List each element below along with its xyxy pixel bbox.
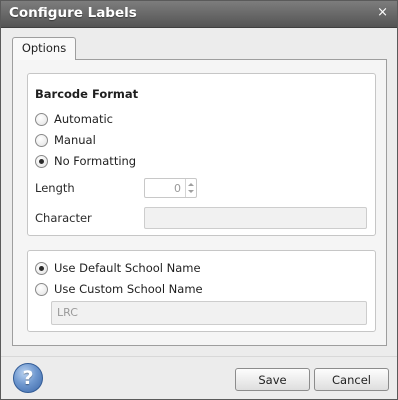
character-label: Character (35, 211, 92, 225)
spinner-down-icon[interactable] (188, 190, 194, 193)
barcode-format-heading: Barcode Format (35, 87, 139, 101)
radio-automatic[interactable]: Automatic (35, 111, 113, 127)
radio-manual-button[interactable] (35, 133, 48, 147)
radio-no-formatting[interactable]: No Formatting (35, 153, 136, 169)
radio-manual-label: Manual (54, 133, 96, 147)
radio-default-school-name-label: Use Default School Name (54, 261, 201, 275)
cancel-button[interactable]: Cancel (314, 368, 389, 391)
length-value: 0 (174, 182, 181, 195)
configure-labels-dialog: Configure Labels × Options Barcode Forma… (0, 0, 398, 400)
radio-no-formatting-label: No Formatting (54, 154, 137, 168)
length-stepper-buttons (185, 179, 196, 197)
radio-manual[interactable]: Manual (35, 132, 96, 148)
title-bar[interactable]: Configure Labels × (1, 1, 397, 28)
character-field[interactable] (144, 207, 367, 229)
radio-automatic-label: Automatic (54, 112, 113, 126)
length-stepper[interactable]: 0 (144, 178, 197, 198)
radio-custom-school-name-label: Use Custom School Name (54, 282, 203, 296)
barcode-format-group: Barcode Format Automatic Manual No Forma… (27, 73, 376, 236)
radio-default-school-name-button[interactable] (35, 261, 48, 275)
save-button[interactable]: Save (235, 368, 310, 391)
length-label: Length (35, 181, 75, 195)
tab-options[interactable]: Options (12, 37, 76, 60)
help-icon[interactable]: ? (13, 363, 43, 393)
radio-default-school-name[interactable]: Use Default School Name (35, 260, 201, 276)
school-name-group: Use Default School Name Use Custom Schoo… (27, 250, 376, 332)
radio-custom-school-name[interactable]: Use Custom School Name (35, 281, 203, 297)
custom-school-name-field[interactable]: LRC (51, 301, 367, 325)
radio-custom-school-name-button[interactable] (35, 282, 48, 296)
spinner-up-icon[interactable] (188, 183, 194, 186)
radio-no-formatting-button[interactable] (35, 154, 48, 168)
radio-automatic-button[interactable] (35, 112, 48, 126)
options-panel: Barcode Format Automatic Manual No Forma… (12, 59, 387, 346)
close-icon[interactable]: × (377, 6, 388, 20)
window-title: Configure Labels (9, 5, 137, 21)
footer-divider (1, 356, 397, 357)
